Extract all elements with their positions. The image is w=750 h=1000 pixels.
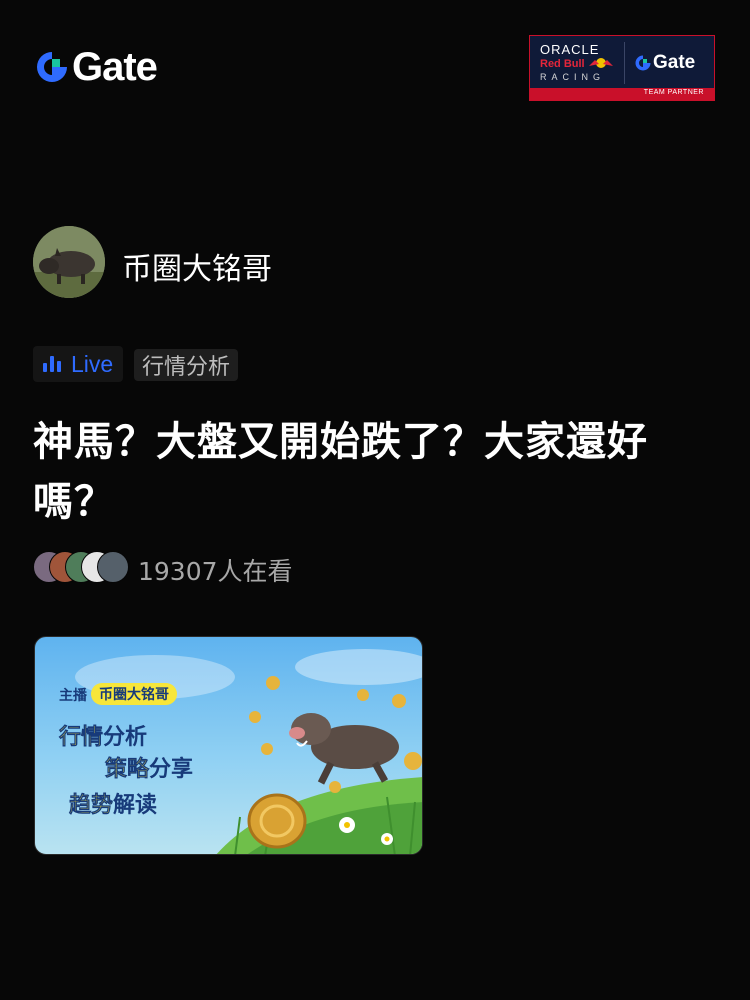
gate-logo-text: Gate [72, 44, 158, 89]
gate-small-icon [635, 55, 651, 71]
stream-title: 神馬？大盤又開始跌了？大家還好嗎？ [33, 419, 648, 525]
banner-line-strategy-share: 策略分享 [105, 757, 194, 783]
live-bars-icon [43, 356, 61, 372]
viewer-avatar [97, 551, 129, 583]
partner-strip: TEAM PARTNER [530, 88, 714, 100]
team-partner-label: TEAM PARTNER [643, 89, 704, 96]
live-label: Live [71, 350, 114, 377]
category-tag[interactable]: 行情分析 [134, 349, 239, 381]
redbull-bulls-icon [589, 58, 613, 68]
banner-line-trend-interpretation: 趋势解读 [69, 793, 158, 819]
viewer-avatars [33, 551, 131, 583]
gate-logo-icon [34, 49, 70, 85]
streamer-name[interactable]: 币圈大铭哥 [122, 244, 272, 288]
oracle-text: ORACLE [540, 42, 600, 57]
team-partner-badge: ORACLE Red Bull RACING Gate TEAM PARTNER [529, 35, 715, 101]
partner-gate-text: Gate [653, 52, 696, 73]
racing-text: RACING [540, 72, 606, 82]
redbull-text: Red Bull [540, 58, 585, 70]
streamer-avatar[interactable] [33, 226, 105, 298]
boar-avatar-image [33, 226, 105, 298]
stream-cover-banner[interactable]: 主播 币圈大铭哥 行情分析 策略分享 趋势解读 [34, 636, 423, 855]
viewer-count: 19307人在看 [138, 557, 293, 586]
banner-host-label: 主播 [59, 688, 87, 704]
live-badge: Live [33, 346, 124, 382]
banner-line-market-analysis: 行情分析 [59, 725, 148, 751]
banner-host-name: 币圈大铭哥 [91, 683, 177, 705]
partner-gate-logo: Gate [634, 52, 695, 74]
partner-divider [624, 42, 625, 84]
gate-logo[interactable]: Gate [34, 44, 158, 89]
